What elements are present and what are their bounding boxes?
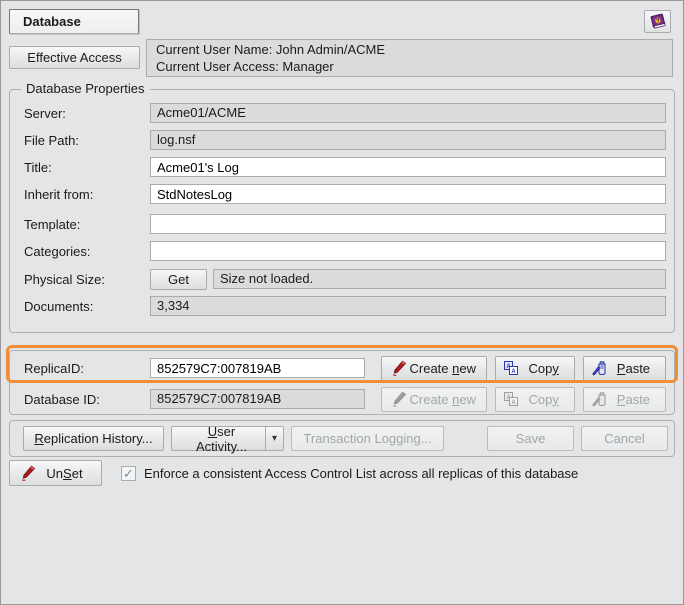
create-new-label: Create new [407, 361, 479, 376]
effective-access-label: Effective Access [27, 50, 121, 65]
paste-icon [591, 360, 609, 377]
title-input[interactable] [150, 157, 666, 177]
copy-icon-disabled: A A [503, 391, 521, 408]
get-size-button[interactable]: Get [150, 269, 207, 290]
copy-label: Copy [521, 361, 567, 376]
svg-text:A: A [511, 369, 516, 375]
copy-label: Copy [521, 392, 567, 407]
tab-database-label: Database [23, 14, 81, 29]
replication-history-button[interactable]: Replication History... [23, 426, 164, 451]
actions-group: Replication History... User Activity... … [9, 420, 675, 457]
paste-label: Paste [609, 392, 658, 407]
current-user-access: Current User Access: Manager [156, 58, 663, 75]
file-path-value-field: log.nsf [150, 130, 666, 150]
unset-label: UnSet [36, 466, 93, 481]
cancel-label: Cancel [604, 431, 644, 446]
paste-replica-id-button[interactable]: Paste [583, 356, 666, 381]
current-user-info-panel: Current User Name: John Admin/ACME Curre… [146, 39, 673, 77]
red-pen-icon-disabled [389, 391, 407, 408]
categories-input[interactable] [150, 241, 666, 261]
inherit-from-input[interactable] [150, 184, 666, 204]
server-row: Server: Acme01/ACME [24, 103, 666, 123]
unset-acl-row: UnSet ✓ Enforce a consistent Access Cont… [9, 460, 578, 486]
replica-id-row: ReplicaID: Create new A [24, 355, 666, 381]
acl-checkbox-label: Enforce a consistent Access Control List… [144, 466, 578, 481]
database-id-value-field: 852579C7:007819AB [150, 389, 365, 409]
documents-value-field: 3,334 [150, 296, 666, 316]
create-new-replica-button[interactable]: Create new [381, 356, 487, 381]
server-value-field: Acme01/ACME [150, 103, 666, 123]
help-book-icon: ? [649, 13, 667, 30]
database-properties-group-title: Database Properties [21, 81, 150, 96]
replica-id-label: ReplicaID: [24, 361, 150, 376]
id-group: ReplicaID: Create new A [9, 350, 675, 415]
red-pen-icon [18, 465, 36, 482]
physical-size-label: Physical Size: [24, 272, 150, 287]
documents-label: Documents: [24, 299, 150, 314]
transaction-logging-button-disabled: Transaction Logging... [291, 426, 444, 451]
svg-text:A: A [511, 400, 516, 406]
template-label: Template: [24, 217, 150, 232]
paste-database-id-button-disabled: Paste [583, 387, 666, 412]
categories-label: Categories: [24, 244, 150, 259]
database-properties-window: Database ? Effective Access Current User… [0, 0, 684, 605]
copy-database-id-button-disabled: A A Copy [495, 387, 575, 412]
create-new-database-id-button-disabled: Create new [381, 387, 487, 412]
effective-access-button[interactable]: Effective Access [9, 46, 140, 69]
file-path-label: File Path: [24, 133, 150, 148]
template-row: Template: [24, 214, 666, 234]
inherit-from-row: Inherit from: [24, 184, 666, 204]
database-properties-group: Database Properties Server: Acme01/ACME … [9, 89, 675, 333]
help-button[interactable]: ? [644, 10, 671, 33]
paste-label: Paste [609, 361, 658, 376]
template-input[interactable] [150, 214, 666, 234]
title-row: Title: [24, 157, 666, 177]
paste-icon-disabled [591, 391, 609, 408]
cancel-button-disabled: Cancel [581, 426, 668, 451]
copy-icon: A A [503, 360, 521, 377]
create-new-label: Create new [407, 392, 479, 407]
tab-database[interactable]: Database [9, 9, 139, 34]
copy-replica-id-button[interactable]: A A Copy [495, 356, 575, 381]
file-path-row: File Path: log.nsf [24, 130, 666, 150]
database-id-label: Database ID: [24, 392, 150, 407]
title-label: Title: [24, 160, 150, 175]
get-size-label: Get [168, 272, 189, 287]
replication-history-label: Replication History... [34, 431, 152, 446]
replica-id-input[interactable] [150, 358, 365, 378]
physical-size-value-field: Size not loaded. [213, 269, 666, 289]
red-pen-icon [389, 360, 407, 377]
unset-button[interactable]: UnSet [9, 460, 102, 486]
user-activity-button[interactable]: User Activity... ▾ [171, 426, 284, 451]
user-activity-label: User Activity... [184, 424, 259, 454]
user-activity-dropdown-arrow-icon[interactable]: ▾ [265, 427, 277, 450]
physical-size-row: Physical Size: Get Size not loaded. [24, 269, 666, 289]
server-label: Server: [24, 106, 150, 121]
documents-row: Documents: 3,334 [24, 296, 666, 316]
save-button-disabled: Save [487, 426, 574, 451]
current-user-name: Current User Name: John Admin/ACME [156, 41, 663, 58]
categories-row: Categories: [24, 241, 666, 261]
acl-checkbox: ✓ [121, 466, 136, 481]
save-label: Save [516, 431, 546, 446]
transaction-logging-label: Transaction Logging... [303, 431, 431, 446]
database-id-row: Database ID: 852579C7:007819AB Create ne… [24, 386, 666, 412]
inherit-from-label: Inherit from: [24, 187, 150, 202]
